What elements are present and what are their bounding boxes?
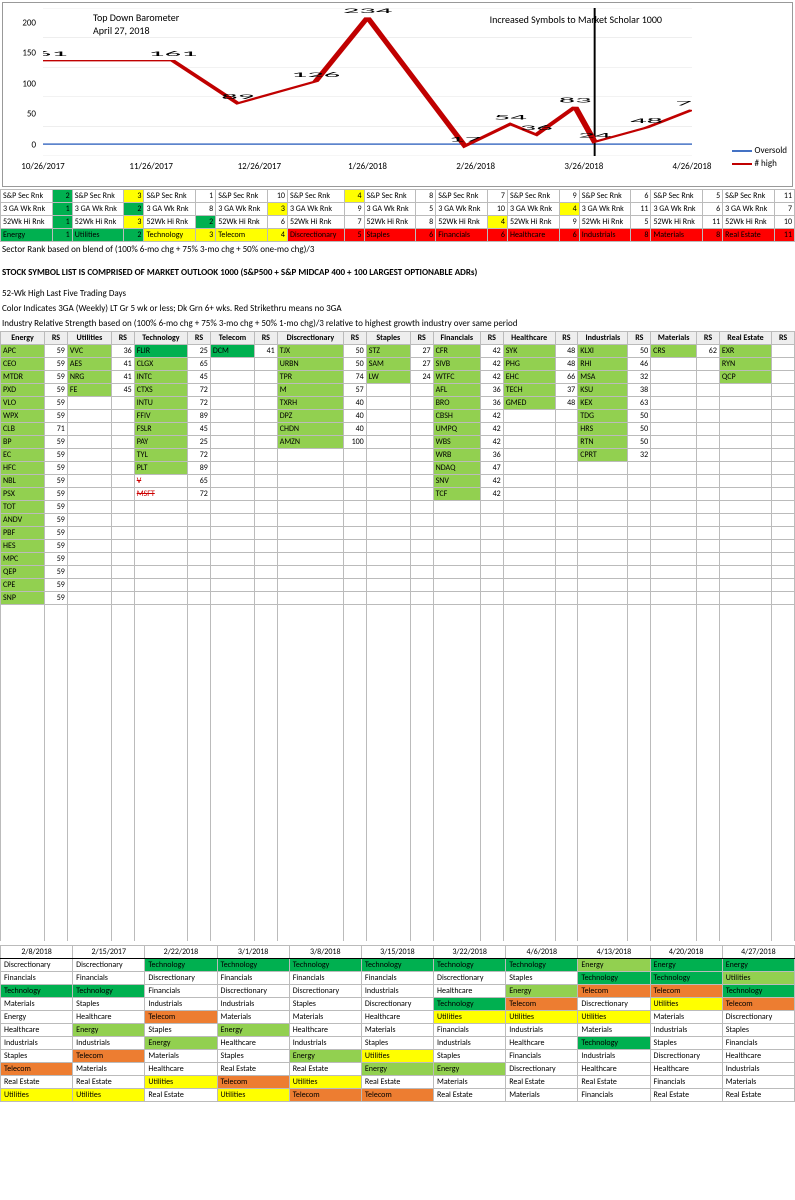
svg-text:54: 54 (494, 113, 527, 122)
x-axis: 10/26/201711/26/201712/26/20171/26/20182… (43, 161, 692, 176)
svg-text:17: 17 (448, 135, 481, 144)
svg-text:161: 161 (148, 50, 197, 59)
sector-footnote: Sector Rank based on blend of (100% 6-mo… (0, 242, 795, 257)
svg-text:126: 126 (291, 70, 340, 79)
barometer-chart: Top Down Barometer April 27, 2018 Increa… (2, 2, 793, 187)
svg-text:24: 24 (578, 131, 611, 140)
chart-legend: Oversold # high (732, 143, 787, 171)
subtitle-1: 52-Wk High Last Five Trading Days (0, 286, 795, 301)
svg-text:83: 83 (559, 96, 592, 105)
subtitle-2: Color Indicates 3GA (Weekly) LT Gr 5 wk … (0, 301, 795, 316)
svg-text:89: 89 (221, 92, 254, 101)
symbol-table: EnergyRSUtilitiesRSTechnologyRSTelecomRS… (0, 331, 795, 941)
sector-history-table: 2/8/20182/15/20172/22/20183/1/20183/8/20… (0, 945, 795, 1102)
svg-text:234: 234 (343, 8, 392, 15)
svg-text:36: 36 (520, 124, 553, 133)
svg-text:78: 78 (676, 99, 692, 108)
main-title: STOCK SYMBOL LIST IS COMPRISED OF MARKET… (0, 265, 795, 280)
svg-text:161: 161 (43, 50, 68, 59)
sector-rank-table: S&P Sec Rnk2S&P Sec Rnk3S&P Sec Rnk1S&P … (0, 189, 795, 242)
subtitle-3: Industry Relative Strength based on (100… (0, 316, 795, 331)
y-axis: 050100150200250 (8, 3, 38, 156)
plot-area: 161 161 89 126 234 17 54 36 83 24 48 78 (43, 8, 692, 156)
svg-text:48: 48 (630, 117, 663, 126)
